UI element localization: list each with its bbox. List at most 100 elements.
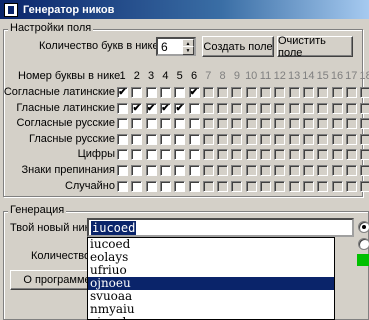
letter-checkbox[interactable] [145,165,157,176]
letter-checkbox [302,102,314,114]
letter-checkbox[interactable] [117,149,128,161]
letter-checkbox [260,118,271,130]
column-number: 1 [119,70,126,82]
letter-checkbox[interactable] [174,87,186,98]
letter-checkbox [217,165,229,176]
letter-checkbox [217,87,229,98]
letter-checkbox [345,118,357,130]
letter-checkbox [317,165,329,176]
letter-checkbox [274,133,286,145]
letter-checkbox[interactable]: ✔ [145,102,157,114]
letter-checkbox [231,149,243,161]
letter-checkbox [202,149,214,161]
letter-checkbox [274,149,286,161]
letter-checkbox [288,133,300,145]
letter-checkbox [331,165,343,176]
letter-checkbox [302,165,314,176]
letter-checkbox [260,180,271,192]
letter-checkbox[interactable] [159,87,171,98]
letter-checkbox[interactable] [145,149,157,161]
letter-checkbox[interactable] [174,165,186,176]
letter-checkbox[interactable] [159,180,171,192]
letter-checkbox[interactable] [188,165,200,176]
letter-checkbox [302,149,314,161]
letter-checkbox[interactable] [174,180,186,192]
letter-checkbox[interactable] [188,118,200,130]
letter-checkbox[interactable] [145,133,157,145]
column-number: 15 [316,70,329,82]
letter-checkbox [360,87,369,98]
letter-checkbox[interactable] [145,118,157,130]
letter-checkbox[interactable] [117,180,128,192]
letter-checkbox[interactable] [159,149,171,161]
letter-checkbox[interactable] [188,102,200,114]
letter-checkbox [245,87,257,98]
letter-checkbox [345,133,357,145]
letter-checkbox [331,118,343,130]
letters-count-spinner[interactable]: 6 ▲ ▼ [156,37,196,56]
letter-checkbox[interactable] [131,165,143,176]
nick-dropdown-list[interactable]: iucoedeolaysufriuoojnoeusvuoaanmyaiuajay… [87,237,335,320]
letter-checkbox[interactable] [117,118,128,130]
title-bar: Генератор ников [0,0,369,19]
letter-checkbox [231,102,243,114]
row-label: Гласные русские [29,132,115,145]
letter-checkbox[interactable] [145,180,157,192]
letter-checkbox[interactable] [188,180,200,192]
column-number: 17 [345,70,358,82]
create-field-button[interactable]: Создать поле [202,36,274,57]
letter-checkbox[interactable] [159,118,171,130]
letter-checkbox [202,102,214,114]
app-icon [4,2,18,17]
spin-down-arrow[interactable]: ▼ [182,46,194,55]
column-number: 5 [176,70,183,82]
column-number: 16 [330,70,344,82]
letter-checkbox[interactable] [131,118,143,130]
radio-option-1[interactable] [358,221,369,233]
letter-checkbox[interactable] [174,133,186,145]
letter-checkbox[interactable]: ✔ [159,102,171,114]
letter-checkbox[interactable] [131,133,143,145]
letter-checkbox [317,118,329,130]
letter-checkbox [260,102,271,114]
column-number: 7 [205,70,212,82]
letter-checkbox [360,149,369,161]
letter-checkbox [317,149,329,161]
letter-checkbox[interactable] [188,133,200,145]
letter-checkbox [317,102,329,114]
dropdown-item[interactable]: ajayuk [88,316,334,320]
letter-checkbox[interactable] [131,87,143,98]
row-label: Цифры [77,148,115,161]
column-number: 18 [359,70,369,82]
new-nick-value: iucoed [91,221,137,235]
letter-checkbox [245,180,257,192]
radio-dot [362,225,366,229]
letter-checkbox[interactable] [159,165,171,176]
letter-checkbox [288,165,300,176]
letter-checkbox[interactable] [174,118,186,130]
progress-indicator [357,254,369,266]
letter-checkbox[interactable] [188,149,200,161]
letter-checkbox[interactable] [131,180,143,192]
letter-checkbox[interactable] [117,133,128,145]
new-nick-combobox[interactable]: iucoed [87,218,354,237]
letters-count-label: Количество букв в нике [39,40,159,52]
letter-checkbox [302,133,314,145]
column-number: 9 [233,70,240,82]
letter-checkbox[interactable] [159,133,171,145]
letter-checkbox[interactable] [117,102,128,114]
letter-checkbox [317,133,329,145]
clear-field-button[interactable]: Очистить поле [277,35,353,59]
letter-checkbox[interactable]: ✔ [188,87,200,98]
letter-checkbox [274,165,286,176]
letter-checkbox [245,133,257,145]
letter-checkbox[interactable]: ✔ [174,102,186,114]
letter-checkbox[interactable] [174,149,186,161]
letter-checkbox[interactable]: ✔ [131,102,143,114]
letter-checkbox [245,118,257,130]
letter-checkbox[interactable] [145,87,157,98]
letter-checkbox[interactable] [131,149,143,161]
letter-checkbox[interactable]: ✔ [117,87,128,98]
radio-option-2[interactable] [358,238,369,250]
letter-checkbox[interactable] [117,165,128,176]
